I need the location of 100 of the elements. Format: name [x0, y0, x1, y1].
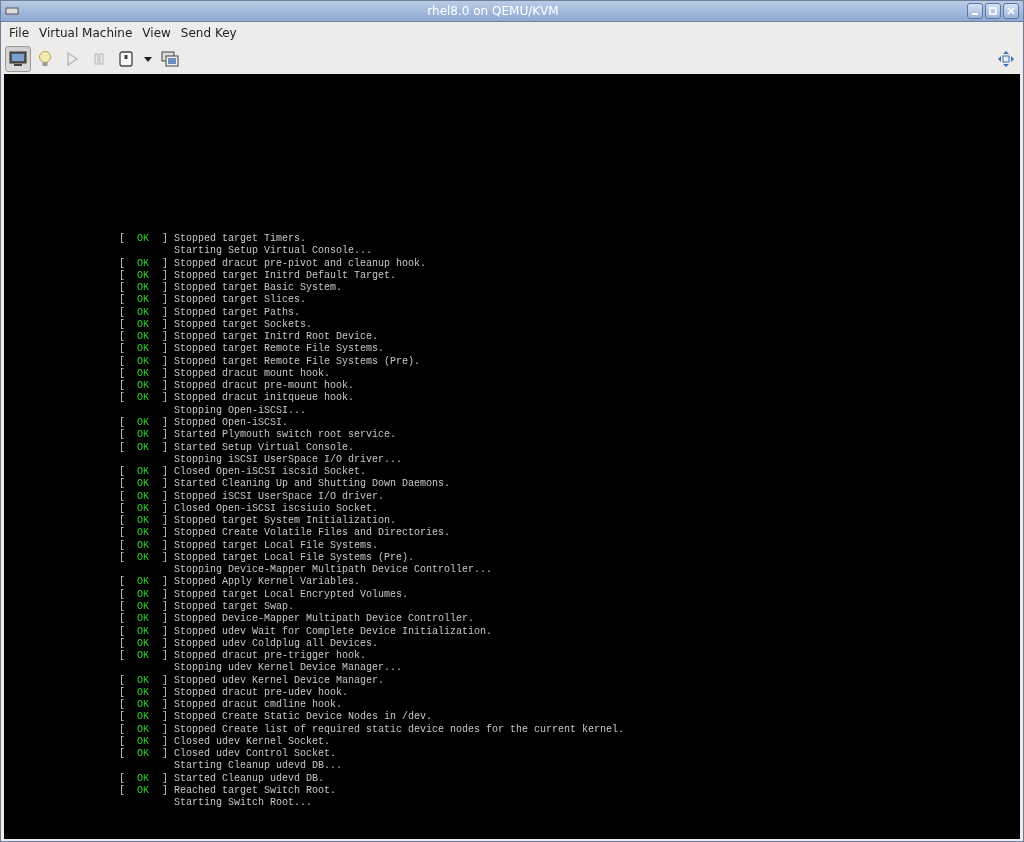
log-message: Stopped target Initrd Root Device. — [174, 331, 380, 343]
toolbar-button[interactable] — [5, 46, 31, 72]
bracket: ] — [162, 331, 169, 343]
maximize-button[interactable] — [985, 3, 1001, 19]
ok-status: OK — [137, 380, 150, 393]
menu-item[interactable]: View — [138, 24, 175, 42]
app-icon — [5, 6, 19, 16]
bracket: [ — [119, 392, 126, 405]
bracket: [ — [119, 478, 126, 491]
bracket: [ — [119, 588, 126, 601]
log-message: Stopped target System Initialization. — [174, 515, 398, 527]
bracket: ] — [162, 650, 169, 663]
ok-status: OK — [137, 502, 150, 516]
bracket: [ — [119, 735, 126, 748]
bracket: ] — [162, 257, 169, 270]
log-message: Stopped target Remote File Systems. — [174, 343, 386, 356]
log-message: Stopping iSCSI UserSpace I/O driver... — [174, 453, 404, 466]
bracket: [ — [119, 613, 126, 626]
log-message: Stopped dracut pre-trigger hook. — [174, 650, 368, 662]
bracket: ] — [162, 748, 169, 761]
log-message: Started Cleanup udevd DB. — [174, 772, 326, 785]
bracket: [ — [119, 294, 126, 307]
ok-status: OK — [137, 490, 150, 503]
ok-status: OK — [137, 367, 150, 381]
log-message: Stopped udev Wait for Complete Device Initialization. — [174, 625, 494, 638]
ok-status: OK — [137, 576, 150, 589]
bracket: [ — [119, 331, 126, 343]
bracket: ] — [162, 699, 169, 711]
bracket: ] — [162, 711, 169, 724]
log-message: Stopped target Paths. — [174, 306, 302, 319]
bracket: ] — [162, 723, 169, 736]
log-message: Stopped Open-iSCSI. — [174, 417, 290, 429]
bracket: [ — [119, 551, 126, 565]
log-message: Stopped iSCSI UserSpace I/O driver. — [174, 490, 386, 503]
ok-status: OK — [137, 282, 150, 295]
log-message: Stopping udev Kernel Device Manager... — [174, 662, 404, 675]
menu-item[interactable]: Send Key — [176, 24, 241, 42]
menu-item[interactable]: File — [5, 24, 34, 42]
log-message: Stopped dracut cmdline hook. — [174, 699, 344, 711]
ok-status: OK — [137, 515, 150, 528]
bracket: [ — [119, 600, 126, 613]
bracket: ] — [162, 355, 169, 368]
ok-status: OK — [137, 527, 150, 540]
bracket: [ — [119, 343, 126, 356]
log-message: Starting Cleanup udevd DB... — [174, 760, 344, 773]
log-message: Stopped target Local Encrypted Volumes. — [174, 588, 410, 601]
log-message: Stopped Apply Kernel Variables. — [174, 576, 362, 589]
ok-status: OK — [137, 637, 150, 651]
log-message: Started Cleaning Up and Shutting Down Daemons. — [174, 478, 452, 491]
bracket: [ — [119, 417, 126, 429]
log-message: Stopped target Initrd Default Target. — [174, 269, 398, 282]
bracket: ] — [162, 367, 169, 380]
ok-status: OK — [137, 318, 150, 332]
menu-item[interactable]: Virtual Machine — [35, 24, 137, 42]
ok-status: OK — [137, 600, 150, 614]
log-message: Stopped dracut pre-udev hook. — [174, 686, 350, 699]
log-message: Closed Open-iSCSI iscsid Socket. — [174, 466, 368, 478]
monitor-icon — [9, 50, 27, 68]
log-message: Stopped dracut pre-mount hook. — [174, 380, 356, 392]
bracket: ] — [162, 269, 169, 282]
log-message: Stopped target Slices. — [174, 294, 308, 307]
ok-status: OK — [137, 735, 150, 749]
bracket: ] — [162, 380, 169, 392]
bracket: ] — [162, 490, 169, 503]
ok-status: OK — [137, 784, 150, 798]
ok-status: OK — [137, 674, 150, 687]
ok-status: OK — [137, 588, 150, 601]
bracket: [ — [119, 466, 126, 478]
bracket: [ — [119, 257, 126, 270]
bracket: [ — [119, 772, 126, 785]
bracket: [ — [119, 367, 126, 380]
bracket: ] — [162, 392, 169, 405]
bracket: [ — [119, 637, 126, 650]
ok-status: OK — [137, 650, 150, 663]
log-message: Stopped target Timers. — [174, 233, 308, 245]
ok-status: OK — [137, 257, 150, 270]
bracket: [ — [119, 355, 126, 368]
log-message: Closed udev Kernel Socket. — [174, 735, 332, 748]
minimize-button[interactable] — [967, 3, 983, 19]
ok-status: OK — [137, 294, 150, 307]
ok-status: OK — [137, 355, 150, 368]
bracket: ] — [162, 588, 169, 601]
ok-status: OK — [137, 466, 150, 479]
ok-status: OK — [137, 699, 150, 712]
log-message: Stopped Device-Mapper Multipath Device Controller. — [174, 613, 476, 626]
bracket: ] — [162, 613, 169, 626]
move-arrows-icon — [997, 50, 1015, 68]
log-message: Reached target Switch Root. — [174, 784, 338, 797]
bracket: ] — [162, 600, 169, 613]
log-message: Stopped target Basic System. — [174, 282, 344, 294]
ok-status: OK — [137, 392, 150, 405]
bracket: ] — [162, 637, 169, 650]
bracket: [ — [119, 441, 126, 454]
bracket: [ — [119, 539, 126, 552]
bracket: ] — [162, 576, 169, 589]
close-button[interactable] — [1003, 3, 1019, 19]
bracket: [ — [119, 784, 126, 798]
bracket: [ — [119, 233, 126, 246]
bracket: ] — [162, 551, 169, 565]
log-message: Stopping Open-iSCSI... — [174, 404, 308, 417]
